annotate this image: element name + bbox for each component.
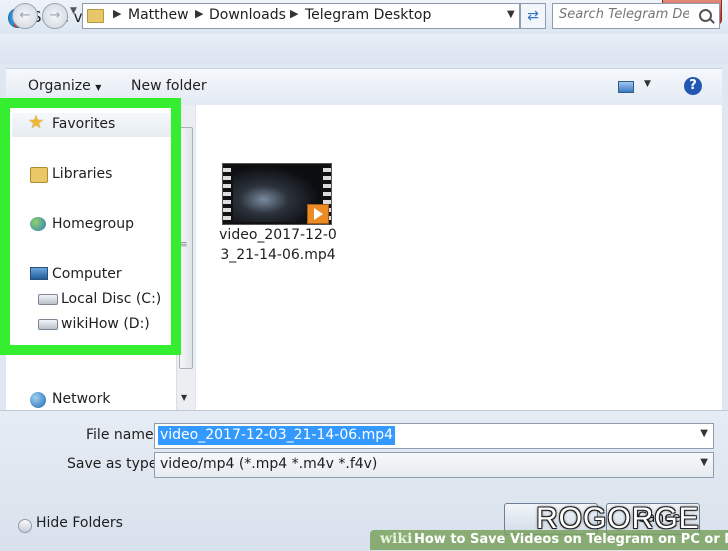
search-icon[interactable] [699, 9, 712, 22]
save-type-select[interactable]: video/mp4 (*.mp4 *.m4v *.f4v) ▼ [154, 452, 714, 478]
breadcrumb-matthew[interactable]: Matthew [128, 7, 189, 23]
file-name-input[interactable]: video_2017-12-03_21-14-06.mp4 ▼ [154, 423, 714, 449]
navigation-pane: ★ Favorites Libraries Homegroup Computer… [6, 105, 176, 410]
file-list-pane: video_2017-12-03_21-14-06.mp4 [196, 105, 722, 410]
nav-item-label: Network [52, 391, 111, 407]
breadcrumb-chevron-icon[interactable]: ▶ [290, 7, 298, 20]
computer-icon [30, 267, 48, 280]
nav-item-label: Local Disc (C:) [61, 291, 162, 307]
file-name-value[interactable]: video_2017-12-03_21-14-06.mp4 [158, 426, 396, 445]
homegroup-icon [30, 217, 46, 231]
file-name-label[interactable]: video_2017-12-03_21-14-06.mp4 [216, 225, 340, 265]
nav-item-label: wikiHow (D:) [61, 316, 150, 332]
chevron-down-icon[interactable]: ▼ [700, 457, 708, 468]
hide-folders-icon[interactable] [18, 519, 32, 533]
star-icon: ★ [28, 112, 45, 133]
command-toolbar: Organize ▼ New folder ▼ ? [6, 68, 722, 106]
save-type-field-label: Save as type: [67, 456, 163, 472]
new-folder-button[interactable]: New folder [131, 78, 207, 94]
hide-folders-button[interactable]: Hide Folders [36, 515, 123, 531]
wikihow-title: How to Save Videos on Telegram on PC or … [414, 532, 728, 547]
change-view-icon[interactable] [618, 81, 634, 93]
nav-item-local-disk[interactable]: Local Disc (C:) [6, 288, 176, 312]
folder-icon [87, 9, 104, 23]
libraries-icon [30, 167, 48, 183]
search-box[interactable] [552, 3, 720, 29]
organize-label: Organize [28, 78, 91, 94]
recent-pages-dropdown-icon[interactable]: ▼ [70, 6, 77, 16]
chevron-down-icon: ▼ [95, 83, 102, 92]
breadcrumb-telegram-desktop[interactable]: Telegram Desktop [305, 7, 431, 23]
save-type-value: video/mp4 (*.mp4 *.m4v *.f4v) [160, 456, 378, 472]
chevron-down-icon[interactable]: ▼ [700, 428, 708, 439]
wikihow-caption-bar: wiki How to Save Videos on Telegram on P… [370, 530, 728, 550]
nav-item-label: Libraries [52, 166, 113, 182]
back-button[interactable]: ← [12, 3, 38, 29]
breadcrumb-chevron-icon[interactable]: ▶ [195, 7, 203, 20]
search-input[interactable] [559, 7, 689, 22]
scroll-down-arrow-icon[interactable]: ▼ [181, 393, 187, 402]
address-dropdown-icon[interactable]: ▼ [507, 9, 515, 20]
help-icon[interactable]: ? [684, 77, 702, 95]
breadcrumb-downloads[interactable]: Downloads [209, 7, 286, 23]
nav-item-favorites[interactable]: ★ Favorites [12, 113, 172, 137]
local-disk-icon [38, 294, 58, 305]
nav-item-label: Computer [52, 266, 122, 282]
drive-icon [38, 319, 58, 330]
nav-item-network[interactable]: Network [6, 388, 176, 412]
address-bar[interactable]: ▶ Matthew ▶ Downloads ▶ Telegram Desktop… [82, 3, 520, 29]
scroll-grip-icon: ≡ [180, 240, 188, 250]
file-name-field-label: File name: [86, 427, 159, 443]
view-options-dropdown-icon[interactable]: ▼ [644, 79, 651, 89]
nav-item-label: Favorites [52, 116, 116, 132]
video-file-icon[interactable] [222, 163, 332, 225]
breadcrumb-chevron-icon[interactable]: ▶ [113, 7, 121, 20]
forward-button[interactable]: → [42, 3, 68, 29]
network-icon [30, 392, 46, 408]
nav-item-libraries[interactable]: Libraries [6, 163, 176, 187]
refresh-button[interactable]: ⇄ [520, 3, 546, 29]
wikihow-logo: wiki [380, 531, 413, 547]
media-play-icon [307, 204, 329, 224]
nav-item-wikihow-drive[interactable]: wikiHow (D:) [6, 313, 176, 337]
nav-item-computer[interactable]: Computer [6, 263, 176, 287]
nav-item-homegroup[interactable]: Homegroup [6, 213, 176, 237]
nav-item-label: Homegroup [52, 216, 135, 232]
address-row [0, 34, 728, 64]
organize-button[interactable]: Organize ▼ [28, 78, 101, 94]
